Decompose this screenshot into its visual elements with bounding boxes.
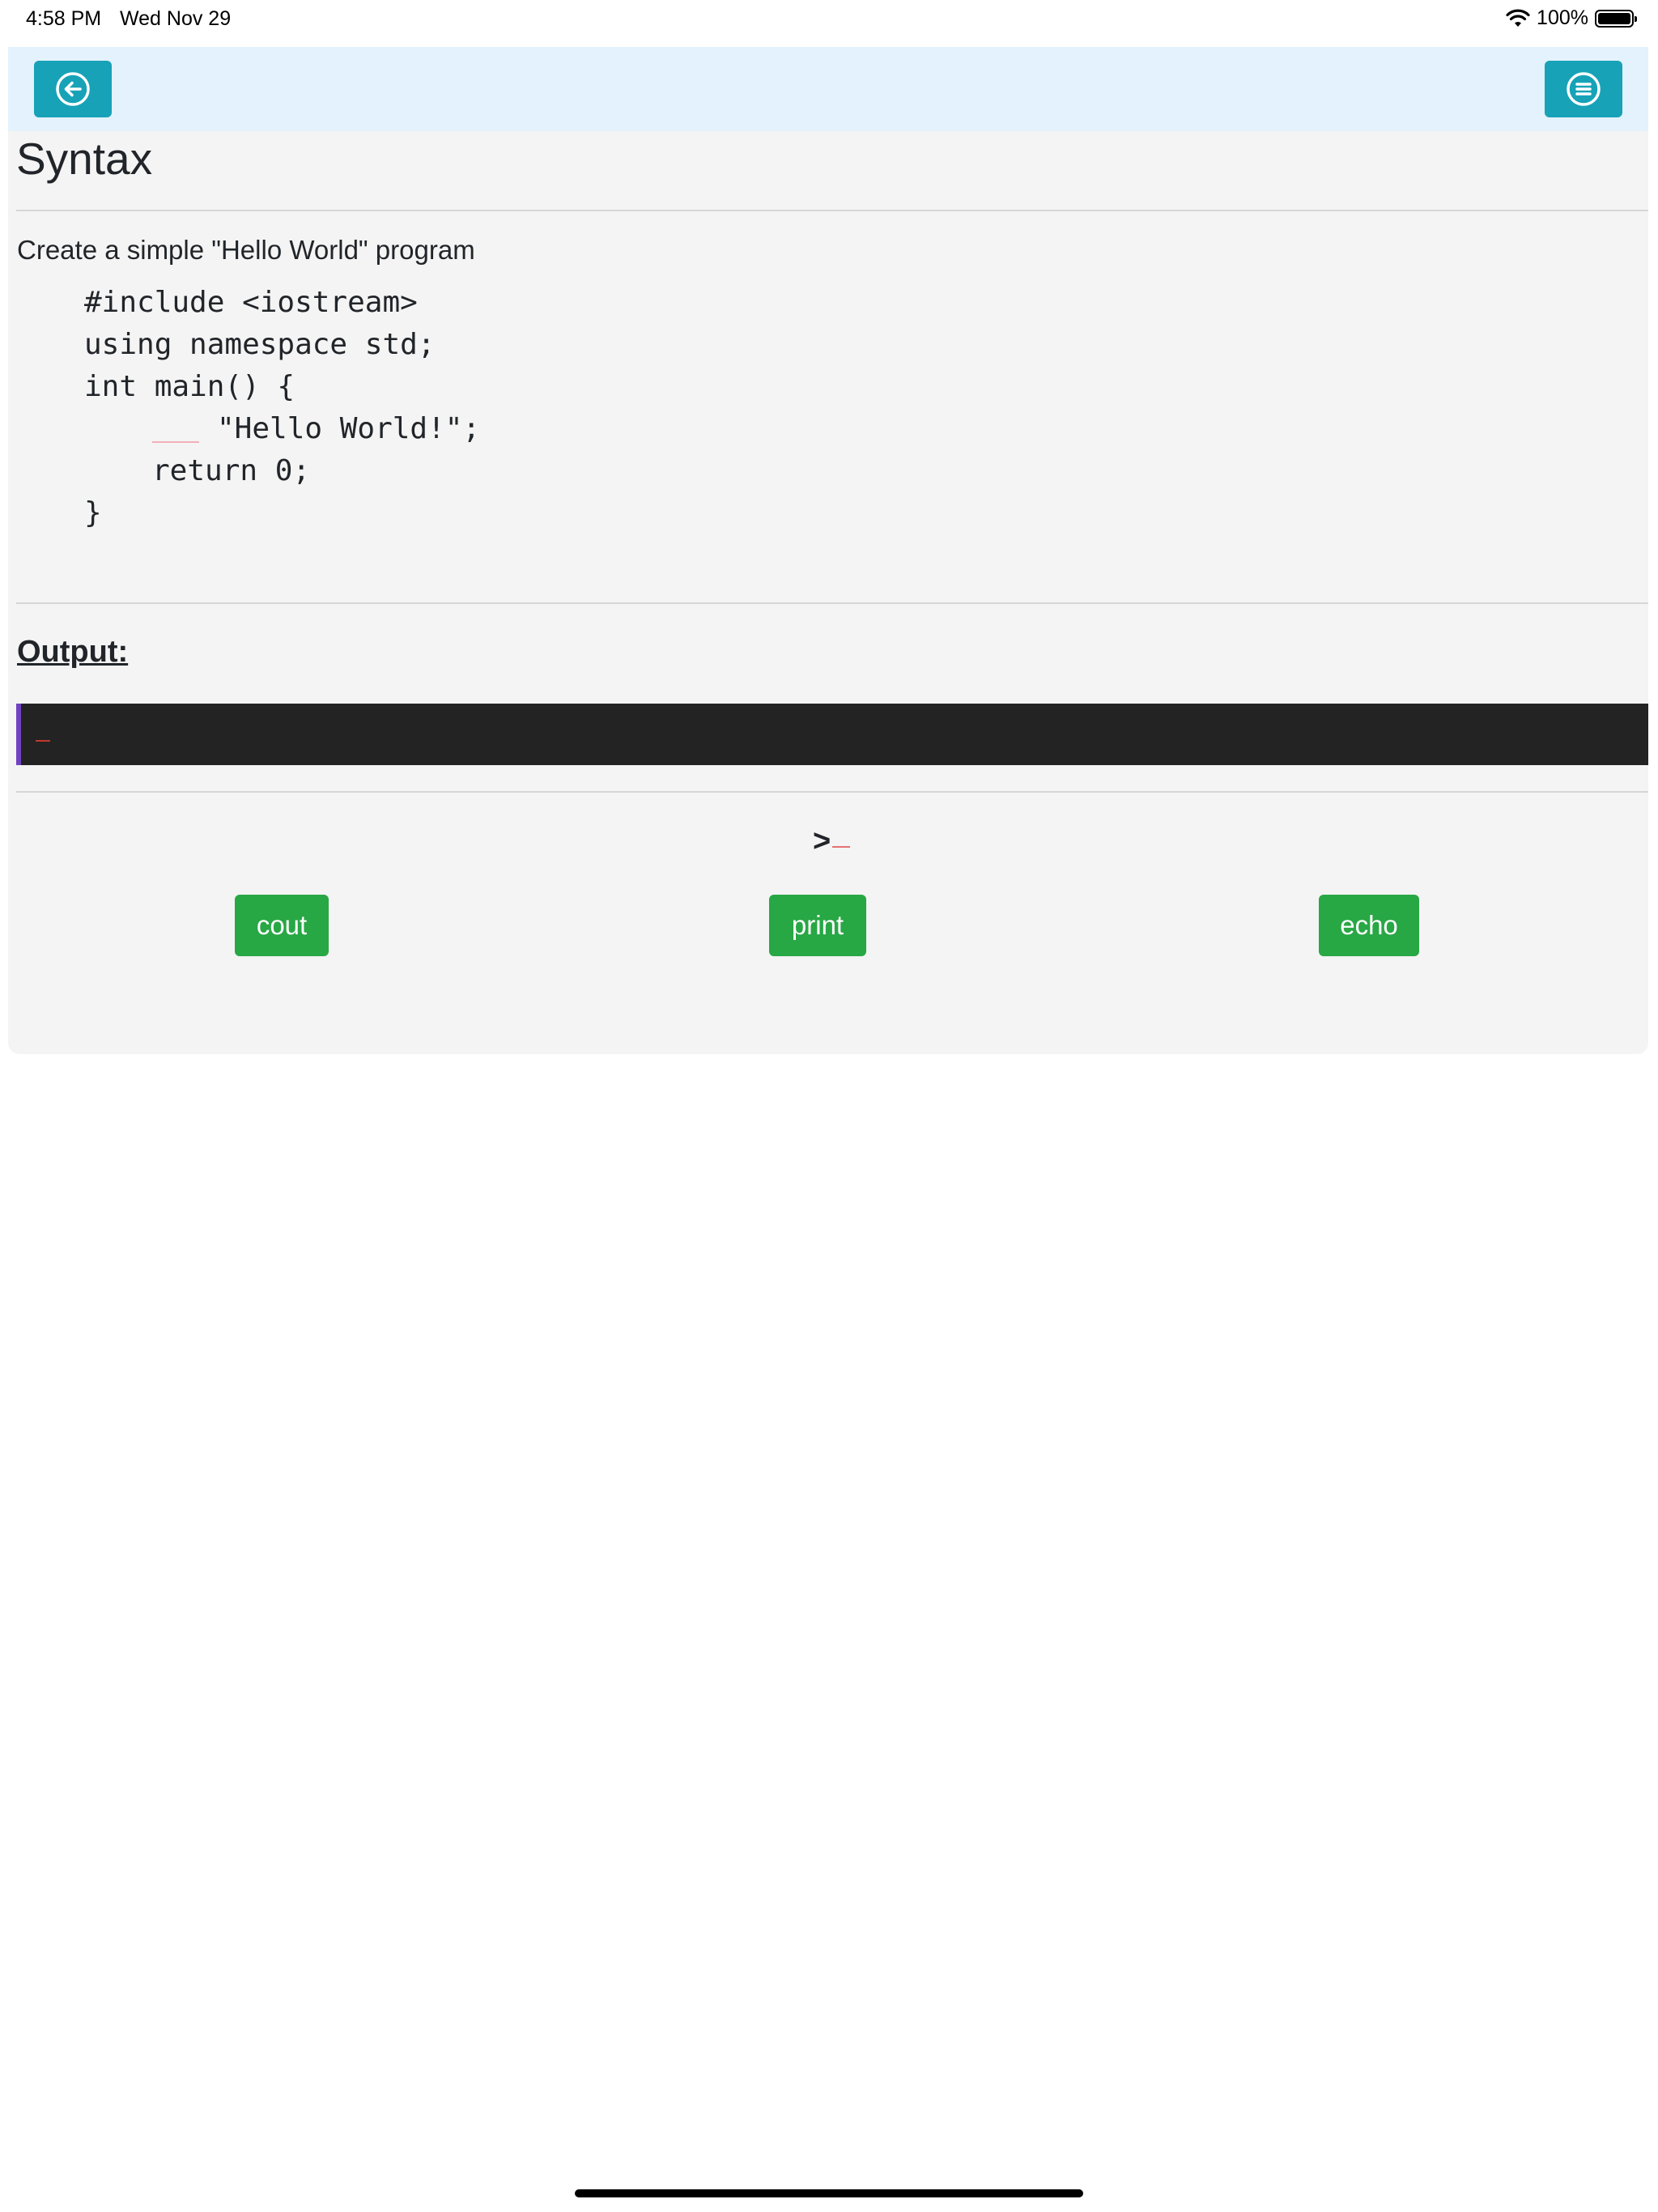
arrow-left-circle-icon	[56, 72, 90, 106]
code-block: #include <iostream> using namespace std;…	[84, 282, 480, 534]
output-terminal	[16, 704, 1648, 765]
prompt-cursor	[832, 846, 851, 848]
battery-icon	[1595, 9, 1637, 28]
status-bar: 4:58 PM Wed Nov 29 100%	[0, 0, 1658, 40]
divider	[16, 791, 1648, 793]
option-button-echo[interactable]: echo	[1319, 895, 1419, 956]
top-bar	[8, 47, 1648, 131]
menu-button[interactable]	[1545, 61, 1622, 117]
code-line: using namespace std;	[84, 328, 436, 361]
home-indicator[interactable]	[575, 2189, 1083, 2197]
lesson-instruction: Create a simple "Hello World" program	[17, 235, 475, 265]
code-line: #include <iostream>	[84, 286, 418, 319]
code-line: }	[84, 496, 102, 530]
divider	[16, 602, 1648, 604]
output-label: Output:	[17, 635, 129, 669]
battery-percent: 100%	[1537, 6, 1588, 29]
terminal-cursor	[36, 740, 50, 742]
code-return: return 0;	[152, 454, 311, 487]
code-line: return 0;	[84, 450, 480, 492]
status-time: 4:58 PM	[26, 7, 102, 30]
divider	[16, 210, 1648, 211]
page-title: Syntax	[16, 134, 153, 184]
prompt-symbol: >	[813, 824, 831, 858]
lesson-card: Syntax Create a simple "Hello World" pro…	[8, 131, 1648, 1054]
code-string: "Hello World!";	[217, 412, 481, 445]
status-right: 100%	[1506, 6, 1637, 30]
code-line-blank: "Hello World!";	[84, 408, 480, 450]
wifi-icon	[1506, 9, 1530, 27]
back-button[interactable]	[34, 61, 112, 117]
answer-prompt: >	[813, 824, 851, 859]
list-circle-icon	[1567, 72, 1601, 106]
option-button-cout[interactable]: cout	[235, 895, 329, 956]
code-line: int main() {	[84, 370, 295, 403]
status-date: Wed Nov 29	[120, 7, 232, 30]
option-button-print[interactable]: print	[769, 895, 866, 956]
answer-blank[interactable]	[152, 412, 199, 443]
